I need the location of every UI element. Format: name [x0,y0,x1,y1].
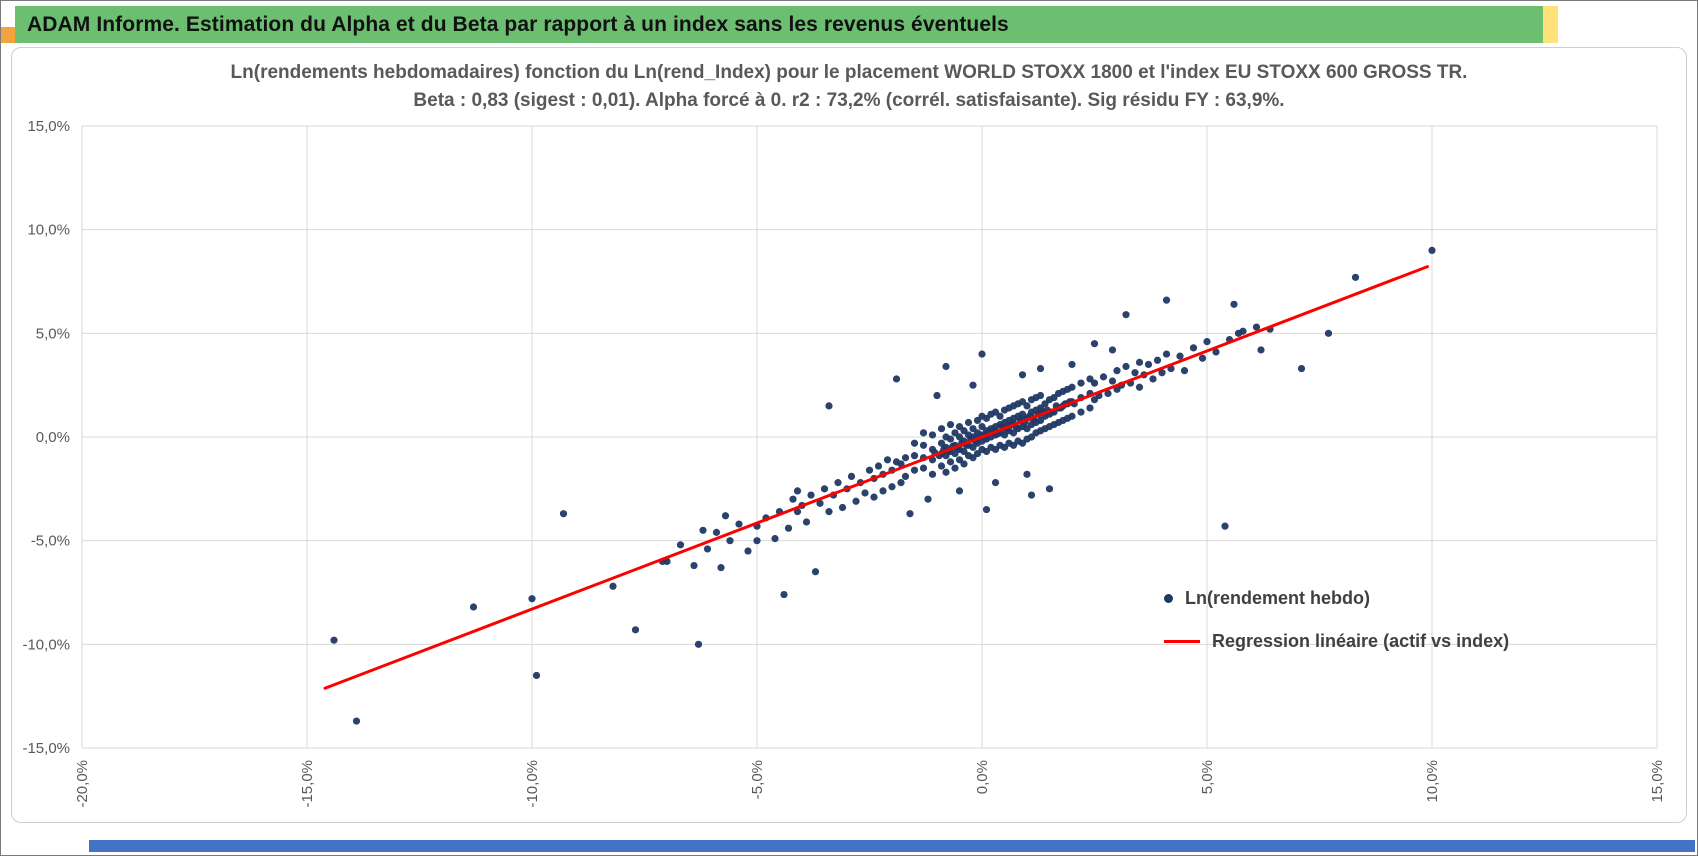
report-header-bar: ADAM Informe. Estimation du Alpha et du … [15,6,1543,43]
legend-label-scatter: Ln(rendement hebdo) [1185,588,1370,608]
chart-container[interactable]: Ln(rendements hebdomadaires) fonction du… [11,47,1687,823]
svg-text:10,0%: 10,0% [27,222,70,239]
scatter-plot-svg: -20,0% -15,0% -10,0% -5,0% 0,0% 5,0% 10,0% 15,0… [22,118,1666,808]
svg-text:5,0%: 5,0% [36,325,70,342]
svg-text:-5,0%: -5,0% [749,760,766,799]
header-accent-yellow [1543,6,1558,43]
legend-item-regression[interactable]: Regression linéaire (actif vs index) [1164,631,1509,652]
svg-text:-15,0%: -15,0% [22,740,70,757]
report-header-row: ADAM Informe. Estimation du Alpha et du … [1,6,1697,43]
svg-text:-10,0%: -10,0% [524,760,541,808]
bottom-accent-bar [89,840,1695,852]
svg-text:-20,0%: -20,0% [74,760,91,808]
svg-text:0,0%: 0,0% [974,760,991,794]
svg-text:-10,0%: -10,0% [22,636,70,653]
svg-text:-5,0%: -5,0% [31,533,70,550]
scatter-series-marker-icon [1164,594,1173,603]
svg-text:-15,0%: -15,0% [299,760,316,808]
chart-legend: Ln(rendement hebdo) Regression linéaire … [1164,588,1509,652]
svg-text:15,0%: 15,0% [1649,760,1666,803]
svg-text:5,0%: 5,0% [1199,760,1216,794]
regression-line-marker-icon [1164,640,1200,643]
svg-text:15,0%: 15,0% [27,118,70,135]
svg-text:10,0%: 10,0% [1424,760,1441,803]
legend-item-scatter[interactable]: Ln(rendement hebdo) [1164,588,1509,609]
report-title: ADAM Informe. Estimation du Alpha et du … [27,12,1009,36]
svg-text:0,0%: 0,0% [36,429,70,446]
legend-label-regression: Regression linéaire (actif vs index) [1212,631,1510,651]
spreadsheet-report-page: { "header": { "title": "ADAM Informe. Es… [0,0,1698,856]
corner-accent-orange [1,27,15,43]
